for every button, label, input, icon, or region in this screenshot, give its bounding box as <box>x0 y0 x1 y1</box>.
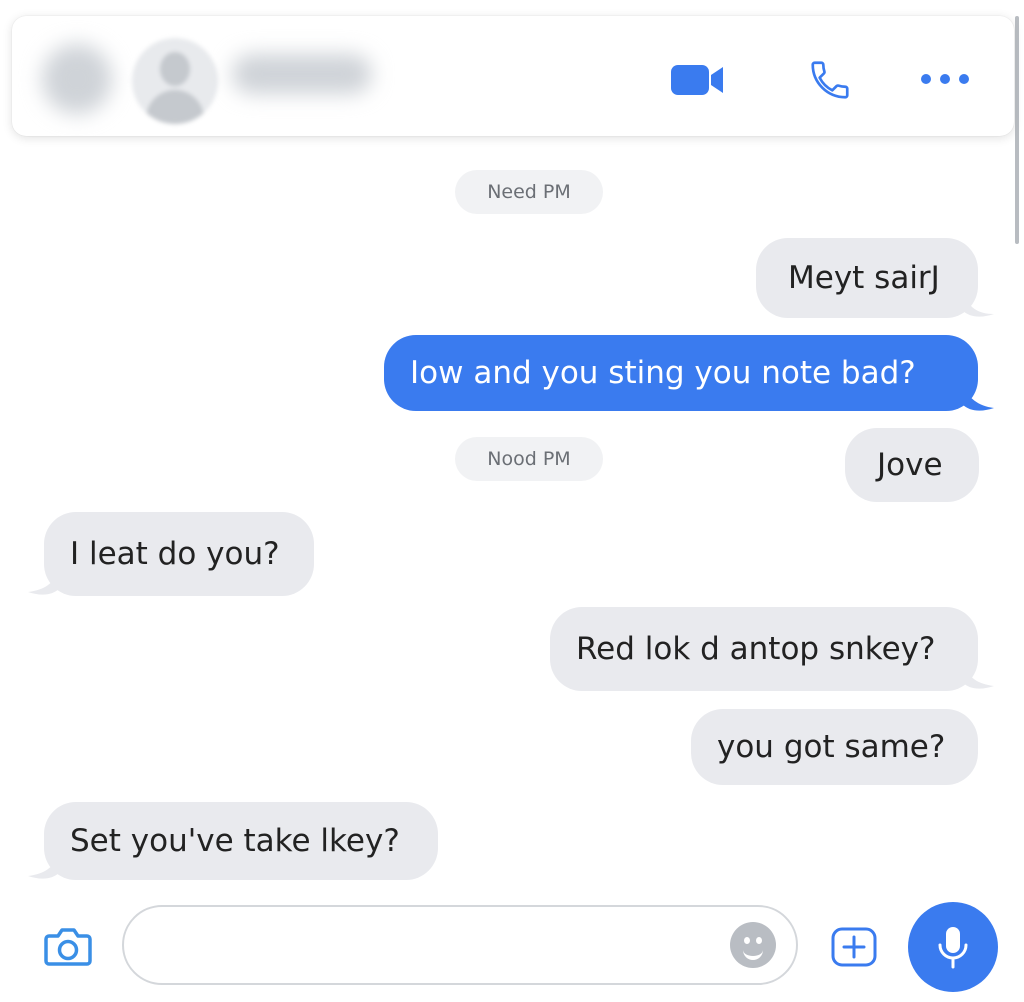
message-text: Set you've take lkey? <box>70 823 400 859</box>
microphone-icon <box>938 927 968 969</box>
contact-name[interactable] <box>232 54 372 94</box>
timestamp: Need PM <box>455 170 603 214</box>
message-text: Jove <box>877 447 943 483</box>
message-bubble-outgoing[interactable]: Meyt sairJ <box>756 238 978 318</box>
message-bubble-outgoing[interactable]: Jove <box>845 428 979 502</box>
voice-call-button[interactable] <box>804 54 856 106</box>
bubble-tail <box>28 568 60 595</box>
bubble-tail <box>962 662 994 689</box>
camera-icon <box>44 928 92 966</box>
message-text: you got same? <box>717 729 946 765</box>
message-text: I leat do you? <box>70 536 280 572</box>
message-bubble-outgoing[interactable]: Red lok d antop snkey? <box>550 607 978 691</box>
chat-header <box>12 16 1014 136</box>
message-text: Meyt sairJ <box>788 260 940 296</box>
bubble-tail <box>28 852 60 879</box>
plus-icon <box>831 927 877 967</box>
message-bubble-outgoing[interactable]: you got same? <box>691 709 978 785</box>
add-attachment-button[interactable] <box>828 922 880 972</box>
emoji-icon[interactable] <box>730 922 776 968</box>
scrollbar[interactable] <box>1015 16 1019 244</box>
bubble-tail <box>962 384 994 411</box>
bubble-tail <box>962 290 994 317</box>
message-bubble-outgoing[interactable]: Iow and you sting you note bad? <box>384 335 978 411</box>
phone-icon <box>811 61 849 99</box>
message-input[interactable] <box>122 905 798 985</box>
more-options-button[interactable] <box>916 64 974 94</box>
message-text: Red lok d antop snkey? <box>576 631 936 667</box>
voice-message-button[interactable] <box>908 902 998 992</box>
video-call-button[interactable] <box>668 60 726 100</box>
video-icon <box>671 65 723 95</box>
camera-button[interactable] <box>42 922 94 970</box>
timestamp: Nood PM <box>455 437 603 481</box>
contact-avatar[interactable] <box>132 38 218 124</box>
message-bubble-incoming[interactable]: I leat do you? <box>44 512 314 596</box>
back-button[interactable] <box>42 44 112 114</box>
more-horizontal-icon <box>921 74 969 84</box>
message-text: Iow and you sting you note bad? <box>410 355 916 391</box>
message-bubble-incoming[interactable]: Set you've take lkey? <box>44 802 438 880</box>
